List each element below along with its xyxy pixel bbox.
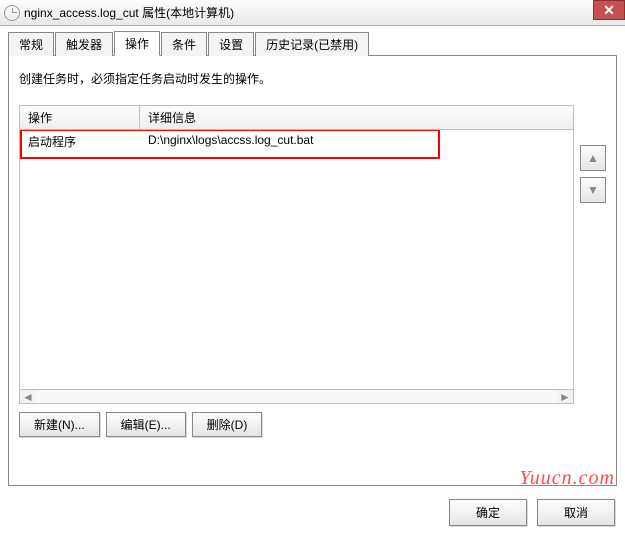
tab-triggers[interactable]: 触发器 <box>55 32 113 56</box>
clock-icon <box>4 5 20 21</box>
scroll-left-icon[interactable]: ◄ <box>20 390 36 403</box>
scroll-track[interactable] <box>36 390 557 403</box>
actions-table: 操作 详细信息 启动程序 D:\nginx\logs\accss.log_cut… <box>19 105 574 404</box>
tab-settings[interactable]: 设置 <box>208 32 254 56</box>
window-title: nginx_access.log_cut 属性(本地计算机) <box>24 4 621 21</box>
move-up-button[interactable]: ▲ <box>580 145 606 171</box>
actions-list-area: 操作 详细信息 启动程序 D:\nginx\logs\accss.log_cut… <box>19 105 606 404</box>
dialog-footer: 确定 取消 <box>449 499 615 526</box>
table-header: 操作 详细信息 <box>19 105 574 130</box>
column-detail[interactable]: 详细信息 <box>140 106 573 129</box>
cancel-button[interactable]: 取消 <box>537 499 615 526</box>
column-action[interactable]: 操作 <box>20 106 140 129</box>
description-text: 创建任务时，必须指定任务启动时发生的操作。 <box>19 70 606 87</box>
titlebar: nginx_access.log_cut 属性(本地计算机) ✕ <box>0 0 625 26</box>
tab-strip: 常规 触发器 操作 条件 设置 历史记录(已禁用) <box>8 32 617 56</box>
move-down-button[interactable]: ▼ <box>580 177 606 203</box>
cell-detail: D:\nginx\logs\accss.log_cut.bat <box>140 133 573 150</box>
table-row[interactable]: 启动程序 D:\nginx\logs\accss.log_cut.bat <box>20 130 573 153</box>
tab-body: 创建任务时，必须指定任务启动时发生的操作。 操作 详细信息 启动程序 D:\ng… <box>8 56 617 486</box>
tab-actions[interactable]: 操作 <box>114 31 160 56</box>
scroll-right-icon[interactable]: ► <box>557 390 573 403</box>
cell-action: 启动程序 <box>20 133 140 150</box>
new-button[interactable]: 新建(N)... <box>19 412 100 437</box>
dialog-content: 常规 触发器 操作 条件 设置 历史记录(已禁用) 创建任务时，必须指定任务启动… <box>0 26 625 494</box>
action-buttons-row: 新建(N)... 编辑(E)... 删除(D) <box>19 412 606 437</box>
horizontal-scrollbar[interactable]: ◄ ► <box>19 390 574 404</box>
ok-button[interactable]: 确定 <box>449 499 527 526</box>
tab-conditions[interactable]: 条件 <box>161 32 207 56</box>
table-body[interactable]: 启动程序 D:\nginx\logs\accss.log_cut.bat <box>19 130 574 390</box>
tab-general[interactable]: 常规 <box>8 32 54 56</box>
close-button[interactable]: ✕ <box>593 0 625 20</box>
edit-button[interactable]: 编辑(E)... <box>106 412 186 437</box>
reorder-arrows: ▲ ▼ <box>580 145 606 404</box>
tab-history[interactable]: 历史记录(已禁用) <box>255 32 369 56</box>
delete-button[interactable]: 删除(D) <box>192 412 263 437</box>
